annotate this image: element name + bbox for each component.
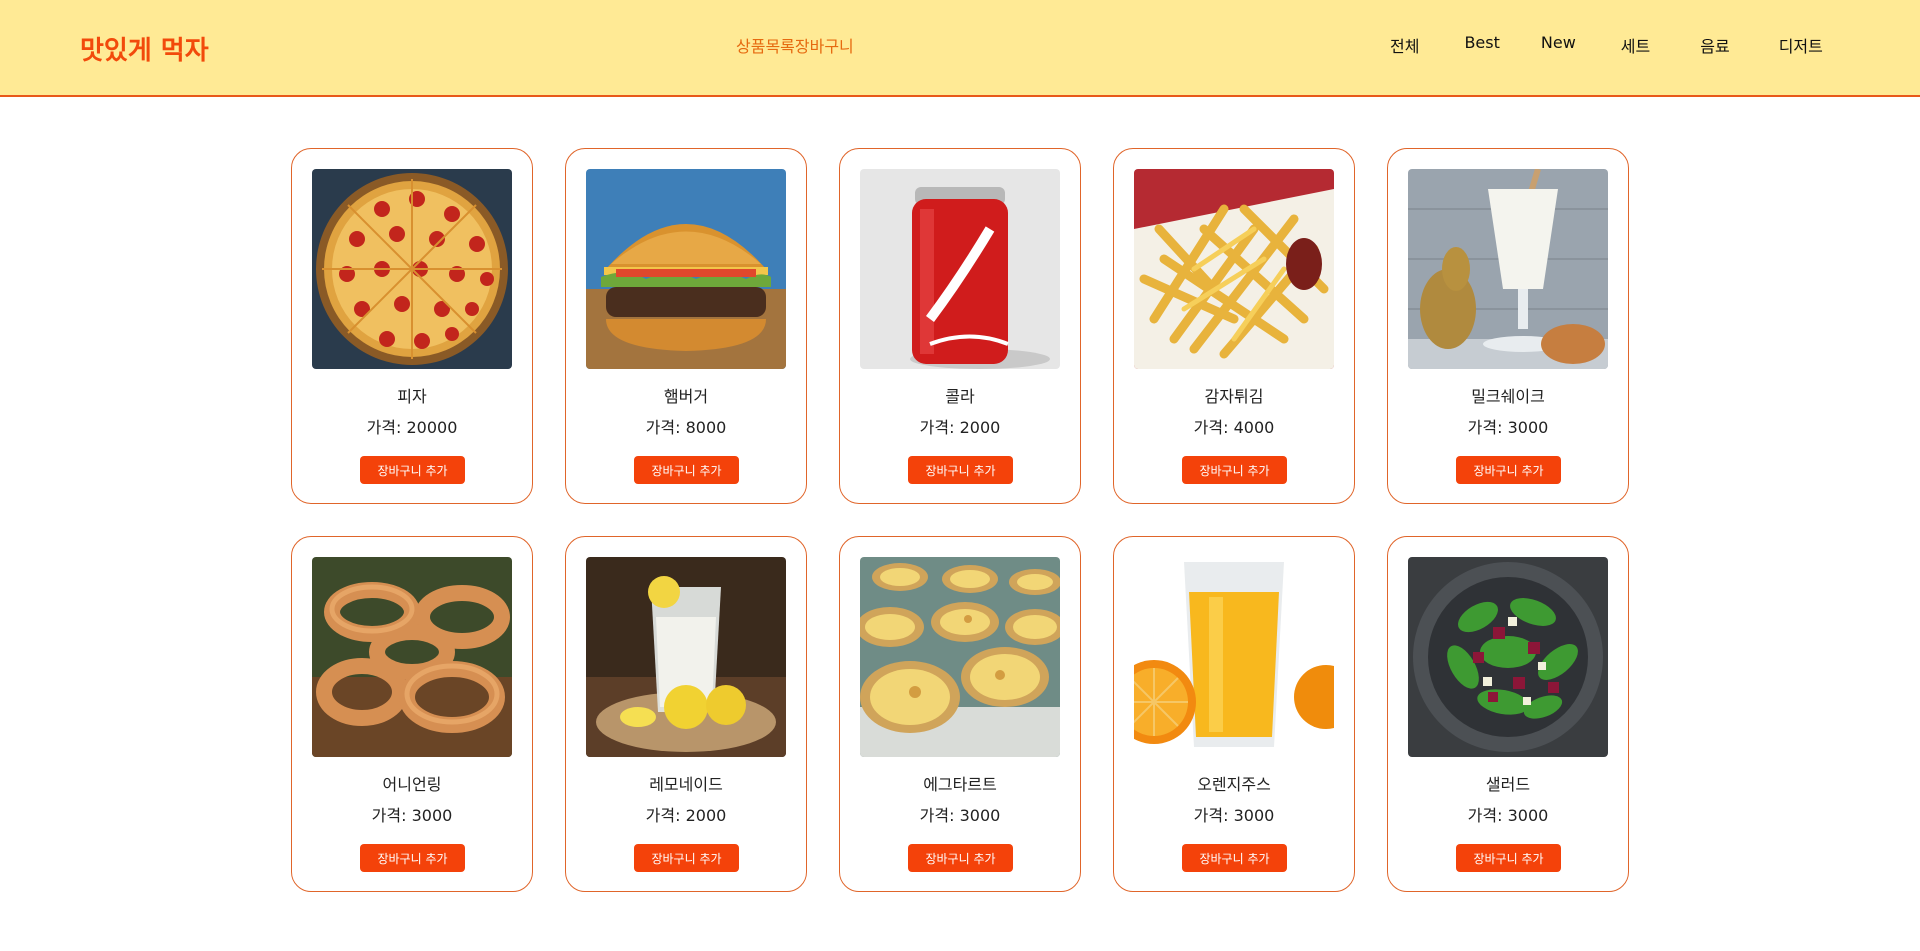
fries-image [1134, 169, 1334, 369]
product-card: 콜라 가격: 2000 장바구니 추가 [839, 148, 1081, 504]
add-to-cart-button[interactable]: 장바구니 추가 [360, 844, 465, 872]
cart-link[interactable]: 장바구니 [795, 37, 854, 56]
product-card: 어니언링 가격: 3000 장바구니 추가 [291, 536, 533, 892]
add-to-cart-button[interactable]: 장바구니 추가 [1182, 456, 1287, 484]
nav-item-best[interactable]: Best [1464, 33, 1499, 57]
egg-tart-image [860, 557, 1060, 757]
product-price: 가격: 3000 [371, 806, 453, 825]
burger-image [586, 169, 786, 369]
product-name: 콜라 [945, 387, 975, 406]
product-price: 가격: 4000 [1193, 418, 1275, 437]
nav-item-dessert[interactable]: 디저트 [1779, 33, 1823, 57]
product-name: 샐러드 [1485, 775, 1531, 794]
add-to-cart-button[interactable]: 장바구니 추가 [1456, 844, 1561, 872]
product-price: 가격: 8000 [645, 418, 727, 437]
product-card: 오렌지주스 가격: 3000 장바구니 추가 [1113, 536, 1355, 892]
onion-rings-image [312, 557, 512, 757]
salad-image [1408, 557, 1608, 757]
product-card: 햄버거 가격: 8000 장바구니 추가 [565, 148, 807, 504]
add-to-cart-button[interactable]: 장바구니 추가 [360, 456, 465, 484]
orange-juice-image [1134, 557, 1334, 757]
site-header: 맛있게 먹자 상품목록장바구니 전체 Best New 세트 음료 디저트 [0, 0, 1920, 97]
product-name: 에그타르트 [923, 775, 997, 794]
add-to-cart-button[interactable]: 장바구니 추가 [634, 456, 739, 484]
nav-item-set[interactable]: 세트 [1621, 33, 1650, 57]
product-card: 에그타르트 가격: 3000 장바구니 추가 [839, 536, 1081, 892]
add-to-cart-button[interactable]: 장바구니 추가 [634, 844, 739, 872]
product-list-link[interactable]: 상품목록 [736, 37, 795, 56]
header-links: 상품목록장바구니 [736, 33, 854, 57]
pizza-image [312, 169, 512, 369]
nav-item-new[interactable]: New [1541, 33, 1576, 57]
add-to-cart-button[interactable]: 장바구니 추가 [908, 456, 1013, 484]
product-card: 피자 가격: 20000 장바구니 추가 [291, 148, 533, 504]
milkshake-image [1408, 169, 1608, 369]
product-name: 어니언링 [382, 775, 442, 794]
product-name: 피자 [397, 387, 427, 406]
product-grid: 피자 가격: 20000 장바구니 추가 햄버거 가격: 8000 장바구니 추… [291, 148, 1629, 892]
product-price: 가격: 3000 [1467, 418, 1549, 437]
product-card: 감자튀김 가격: 4000 장바구니 추가 [1113, 148, 1355, 504]
nav-item-drinks[interactable]: 음료 [1700, 33, 1729, 57]
product-card: 샐러드 가격: 3000 장바구니 추가 [1387, 536, 1629, 892]
product-price: 가격: 3000 [919, 806, 1001, 825]
product-name: 감자튀김 [1204, 387, 1264, 406]
cola-can-image [860, 169, 1060, 369]
site-logo[interactable]: 맛있게 먹자 [80, 30, 209, 67]
product-card: 레모네이드 가격: 2000 장바구니 추가 [565, 536, 807, 892]
product-name: 레모네이드 [649, 775, 723, 794]
product-price: 가격: 2000 [645, 806, 727, 825]
add-to-cart-button[interactable]: 장바구니 추가 [908, 844, 1013, 872]
product-name: 오렌지주스 [1197, 775, 1271, 794]
product-name: 햄버거 [663, 387, 709, 406]
product-price: 가격: 3000 [1467, 806, 1549, 825]
add-to-cart-button[interactable]: 장바구니 추가 [1182, 844, 1287, 872]
nav-item-all[interactable]: 전체 [1390, 33, 1419, 57]
category-nav: 전체 Best New 세트 음료 디저트 [1390, 33, 1823, 57]
product-price: 가격: 2000 [919, 418, 1001, 437]
product-price: 가격: 3000 [1193, 806, 1275, 825]
product-price: 가격: 20000 [366, 418, 458, 437]
product-name: 밀크쉐이크 [1471, 387, 1545, 406]
product-card: 밀크쉐이크 가격: 3000 장바구니 추가 [1387, 148, 1629, 504]
lemonade-image [586, 557, 786, 757]
add-to-cart-button[interactable]: 장바구니 추가 [1456, 456, 1561, 484]
